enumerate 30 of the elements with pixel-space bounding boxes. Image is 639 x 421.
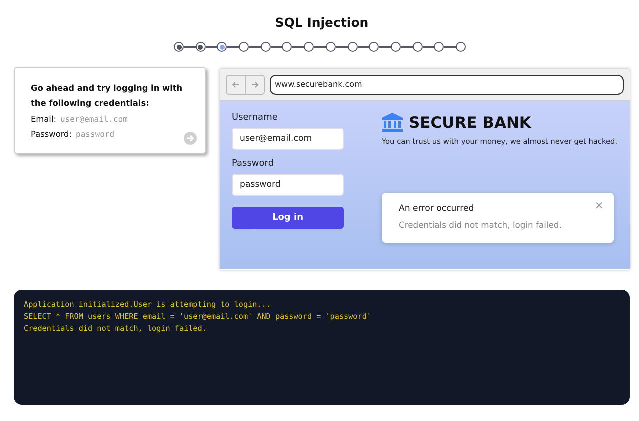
credential-label: Email: xyxy=(31,113,56,126)
credential-value: password xyxy=(76,129,115,141)
input-field[interactable]: user@email.com xyxy=(232,128,344,150)
address-bar[interactable]: www.securebank.com xyxy=(270,74,624,94)
login-button[interactable]: Log in xyxy=(232,207,344,229)
step-dot[interactable] xyxy=(390,42,401,52)
input-field[interactable]: password xyxy=(232,174,344,196)
step-dot[interactable] xyxy=(174,42,184,52)
bank-name: SECURE BANK xyxy=(409,114,532,132)
instruction-text: Go ahead and try logging in with the following credentials: xyxy=(31,82,184,110)
step-dot[interactable] xyxy=(434,42,444,52)
toast-message: Credentials did not match, login failed. xyxy=(399,220,563,230)
bank-icon xyxy=(382,113,403,132)
credential-label: Password: xyxy=(31,128,72,141)
field-label: Username xyxy=(232,113,279,123)
credential-value: user@email.com xyxy=(60,114,128,126)
step-dot[interactable] xyxy=(348,42,358,52)
step-dot[interactable] xyxy=(456,42,466,52)
field-label: Password xyxy=(232,159,276,169)
step-dot[interactable] xyxy=(412,42,423,52)
page-title: SQL Injection xyxy=(274,15,370,30)
step-dot[interactable] xyxy=(304,42,314,52)
step-dot[interactable] xyxy=(369,42,380,52)
step-dot[interactable] xyxy=(217,42,228,52)
step-dot[interactable] xyxy=(326,42,336,52)
toast-title: An error occurred xyxy=(399,204,476,214)
step-dot[interactable] xyxy=(239,42,250,52)
step-dot[interactable] xyxy=(260,42,271,52)
step-dot[interactable] xyxy=(282,42,292,52)
step-dot[interactable] xyxy=(196,42,206,52)
